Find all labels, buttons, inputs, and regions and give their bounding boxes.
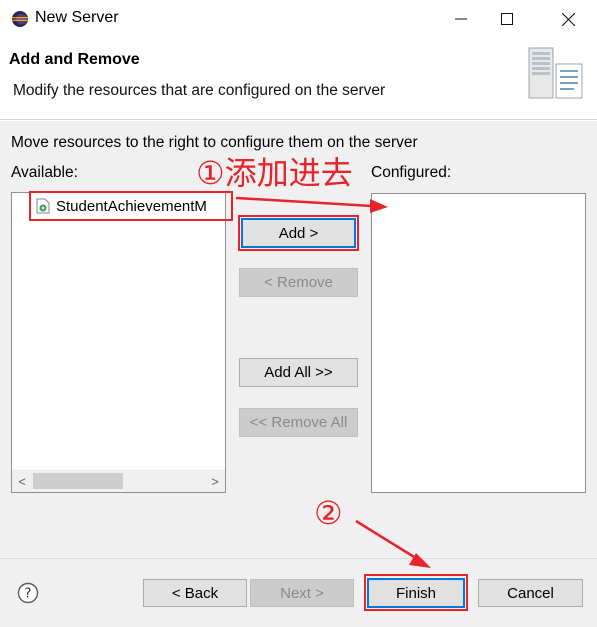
annotation-arrow-2 bbox=[355, 519, 420, 562]
annotation-arrow-1 bbox=[235, 196, 373, 208]
annotation-arrows bbox=[235, 196, 431, 568]
annotation-arrowhead-1 bbox=[370, 199, 388, 213]
